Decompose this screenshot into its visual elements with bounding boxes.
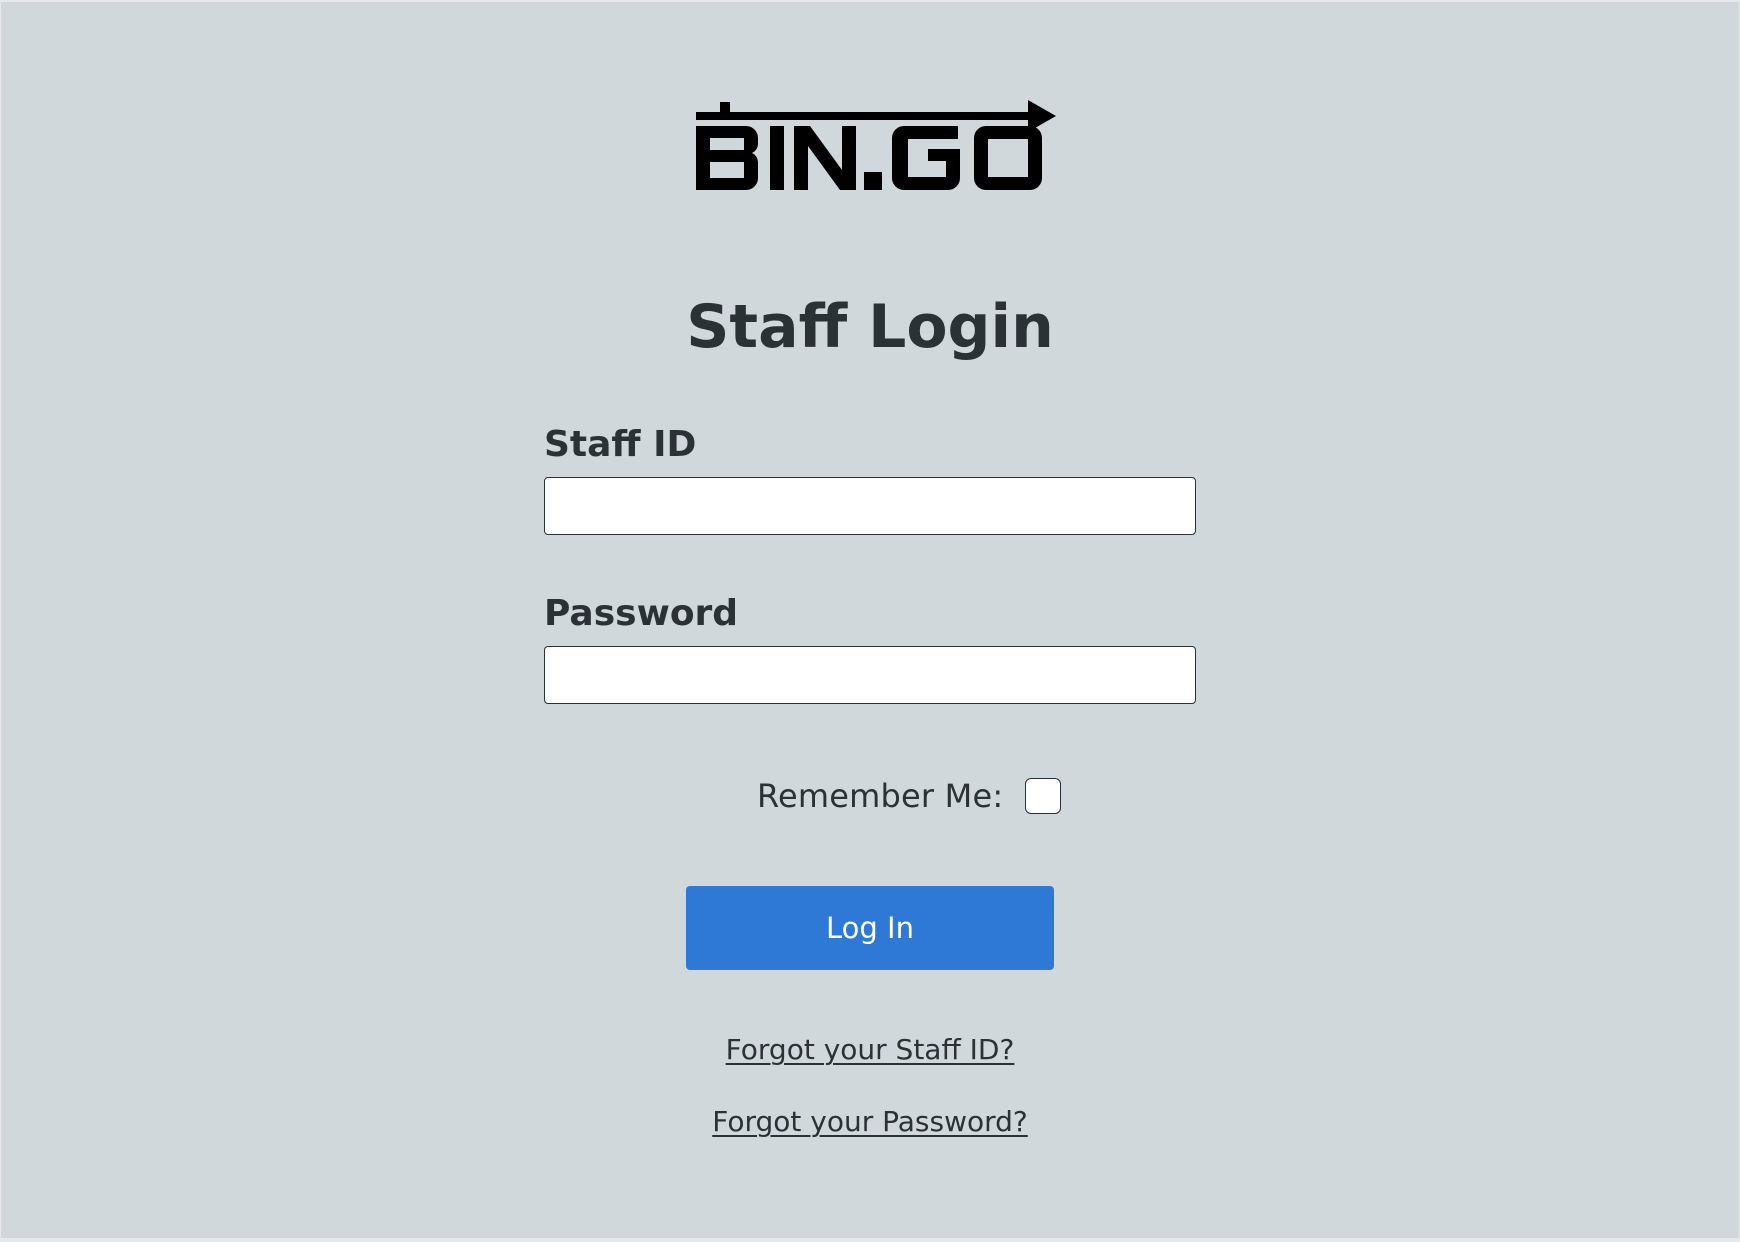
remember-me-label: Remember Me: bbox=[757, 777, 1004, 815]
forgot-password-link[interactable]: Forgot your Password? bbox=[712, 1105, 1028, 1138]
bingo-logo bbox=[694, 100, 1056, 192]
password-label: Password bbox=[544, 593, 739, 634]
staff-id-input[interactable] bbox=[544, 477, 1196, 535]
forgot-password-row: Forgot your Password? bbox=[1, 1104, 1739, 1140]
remember-me-row: Remember Me: bbox=[757, 774, 1062, 818]
login-button[interactable]: Log In bbox=[686, 886, 1054, 970]
staff-id-label: Staff ID bbox=[544, 424, 697, 465]
forgot-staff-id-row: Forgot your Staff ID? bbox=[1, 1032, 1739, 1068]
password-input[interactable] bbox=[544, 646, 1196, 704]
remember-me-checkbox[interactable] bbox=[1025, 778, 1062, 814]
page-title: Staff Login bbox=[686, 292, 1054, 362]
login-page: Staff Login Staff ID Password Remember M… bbox=[1, 2, 1739, 1238]
forgot-staff-id-link[interactable]: Forgot your Staff ID? bbox=[726, 1033, 1015, 1066]
